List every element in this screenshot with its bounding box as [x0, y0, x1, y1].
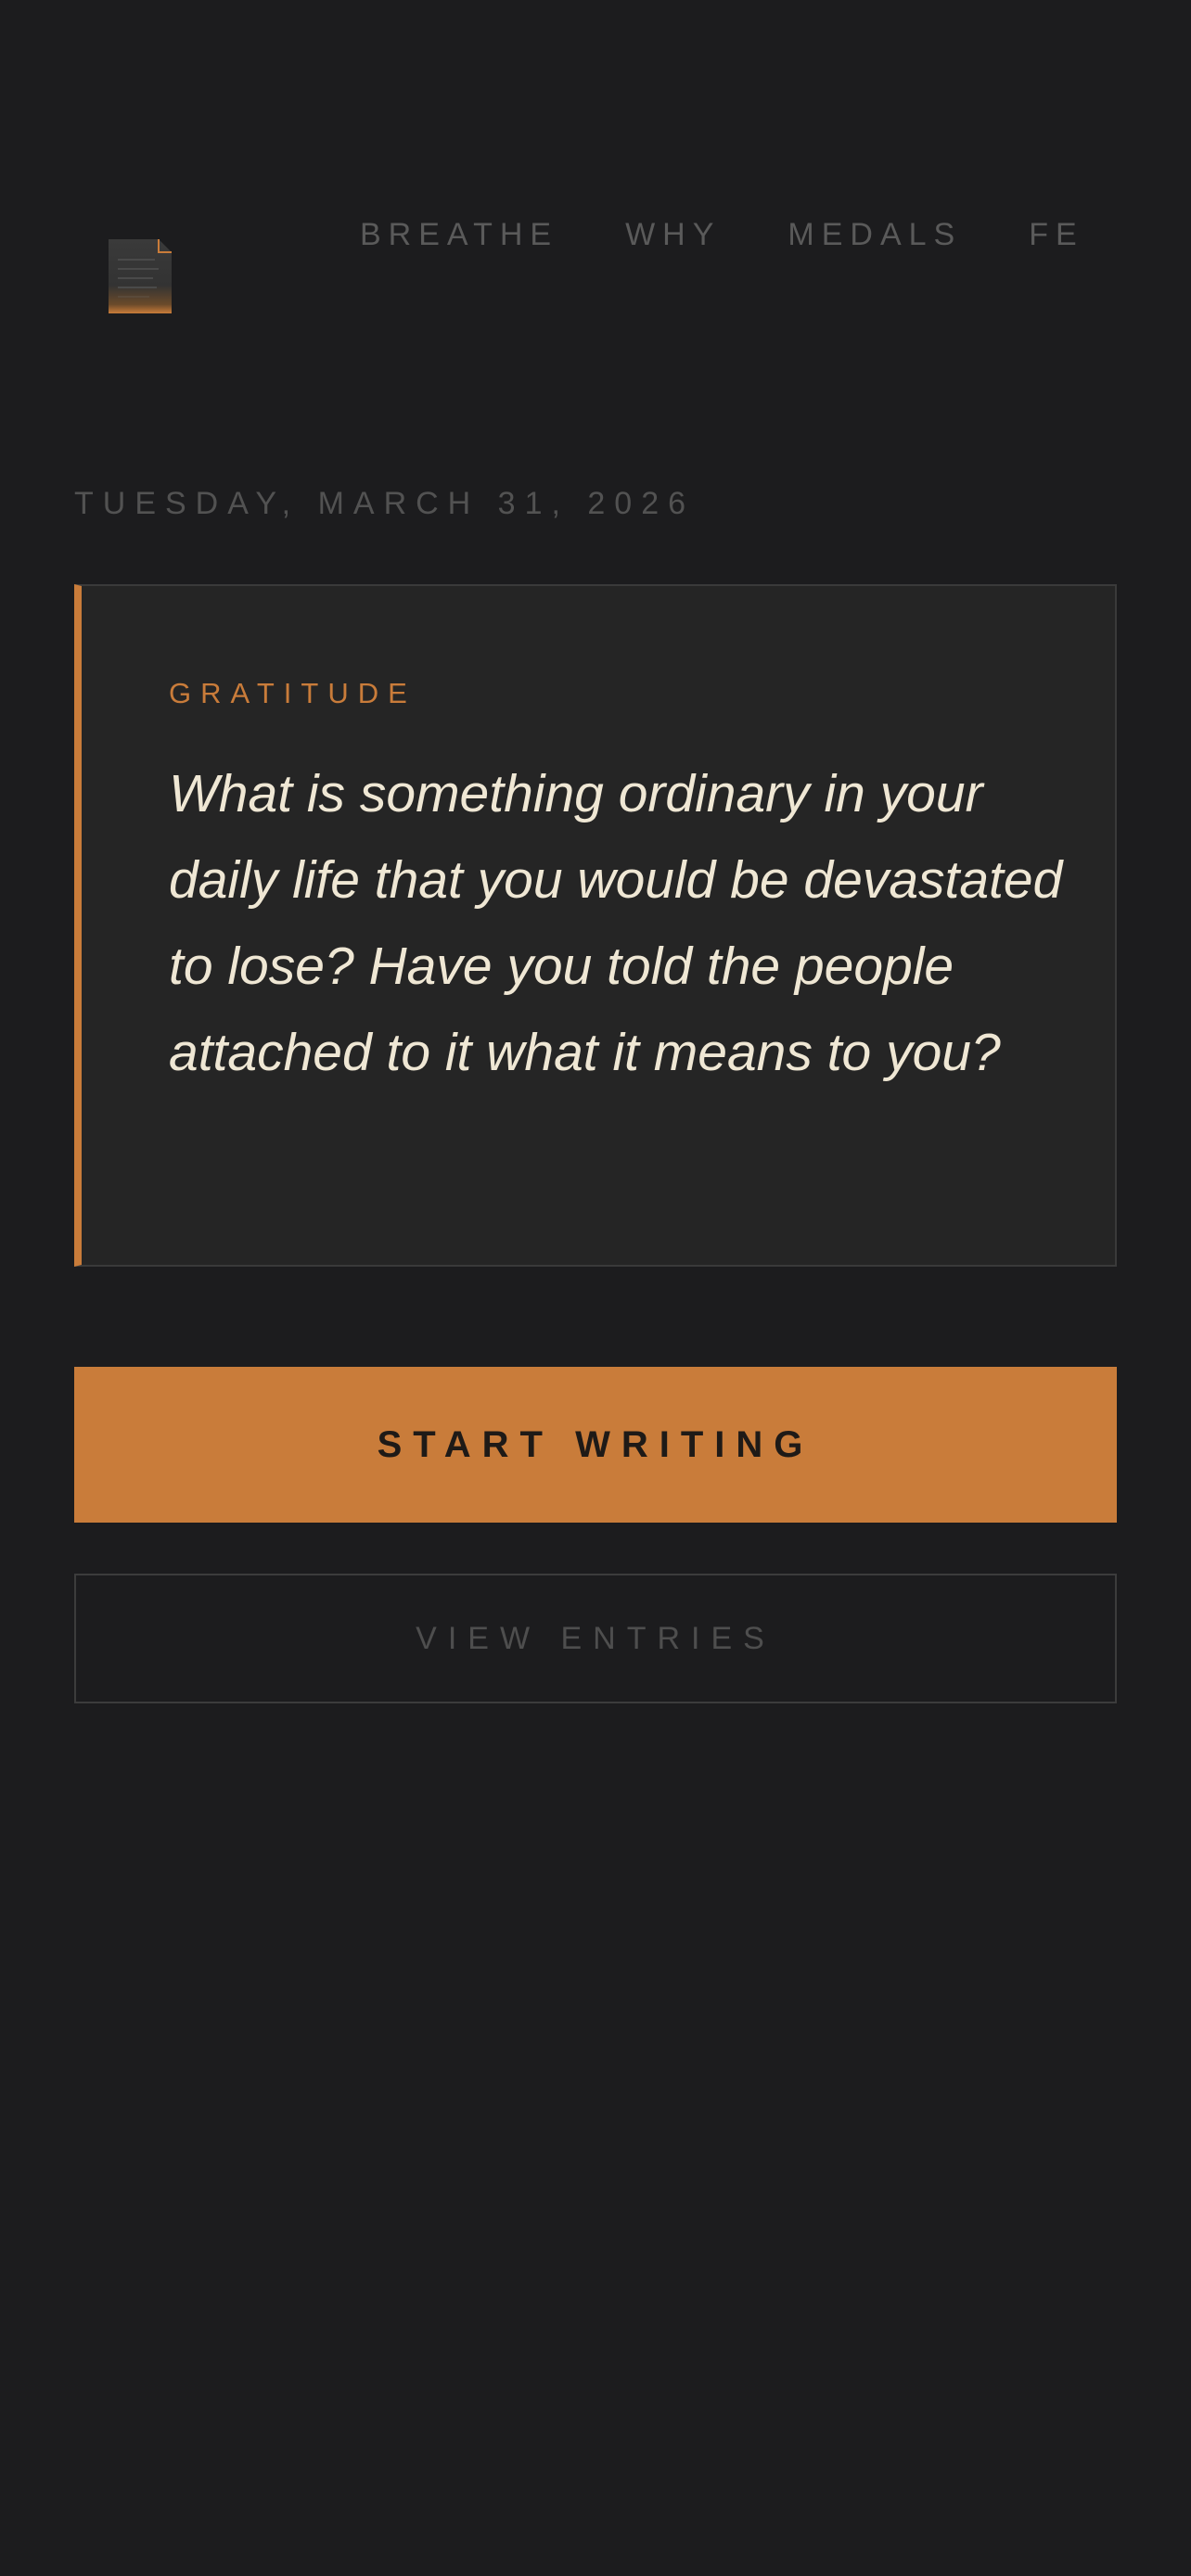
- top-nav: BREATHE WHY MEDALS FE: [360, 211, 1191, 258]
- nav-item-fe[interactable]: FE: [1029, 211, 1083, 258]
- journal-page-icon[interactable]: [107, 237, 173, 315]
- nav-item-medals[interactable]: MEDALS: [788, 211, 962, 258]
- prompt-category: GRATITUDE: [169, 677, 416, 709]
- nav-item-breathe[interactable]: BREATHE: [360, 211, 558, 258]
- prompt-card: GRATITUDE What is something ordinary in …: [74, 584, 1117, 1267]
- view-entries-button[interactable]: VIEW ENTRIES: [74, 1574, 1117, 1703]
- nav-item-why[interactable]: WHY: [625, 211, 721, 258]
- start-writing-button[interactable]: START WRITING: [74, 1367, 1117, 1523]
- current-date: TUESDAY, MARCH 31, 2026: [74, 486, 696, 521]
- prompt-text: What is something ordinary in your daily…: [169, 764, 1063, 1082]
